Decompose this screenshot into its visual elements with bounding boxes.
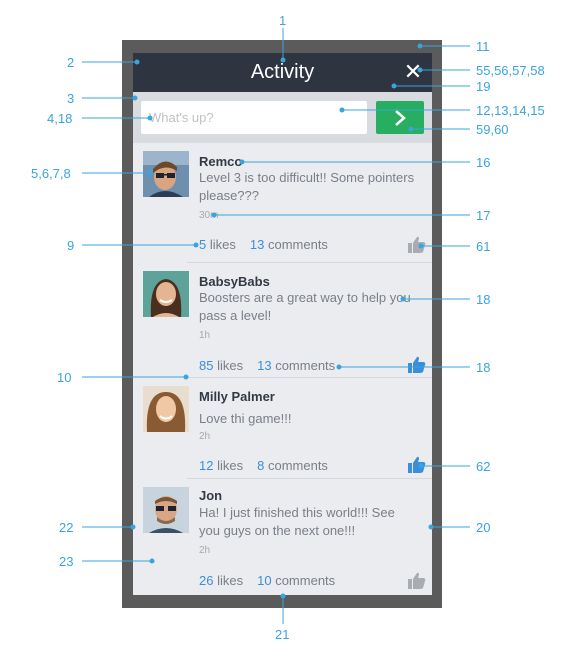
callout-label: 23: [59, 554, 74, 569]
callout-lines: [82, 28, 470, 624]
callout-label: 2: [67, 55, 75, 70]
callout-label: 12,13,14,15: [476, 103, 545, 118]
callout-label: 22: [59, 520, 74, 535]
callout-label: 61: [476, 239, 491, 254]
callout-label: 18: [476, 360, 491, 375]
callout-label: 9: [67, 238, 75, 253]
callout-label: 59,60: [476, 122, 509, 137]
callout-label: 21: [275, 627, 290, 642]
callout-label: 3: [67, 91, 75, 106]
callout-label: 55,56,57,58: [476, 63, 545, 78]
callout-label: 17: [476, 208, 491, 223]
callout-label: 4,18: [47, 111, 73, 126]
callout-label: 5,6,7,8: [31, 166, 71, 181]
callout-label: 19: [476, 79, 491, 94]
callout-label: 62: [476, 459, 491, 474]
callout-label: 10: [57, 370, 72, 385]
callout-label: 11: [476, 39, 490, 54]
callout-label: 1: [279, 13, 287, 28]
callout-label: 16: [476, 155, 491, 170]
callout-label: 20: [476, 520, 491, 535]
callout-label: 18: [476, 292, 491, 307]
